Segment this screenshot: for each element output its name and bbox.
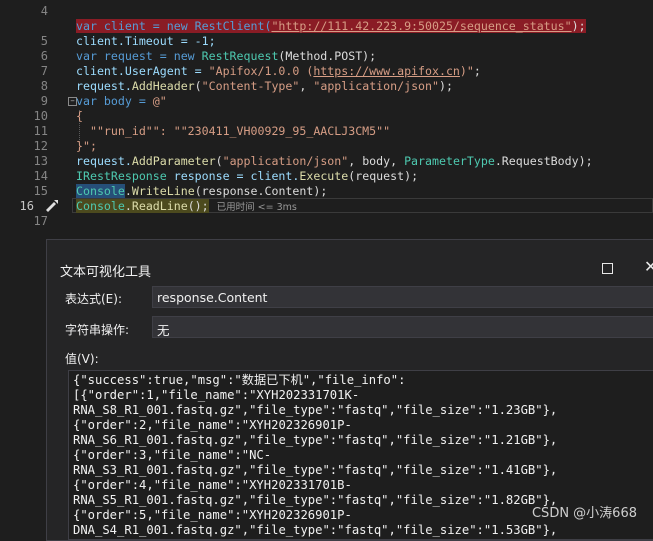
line-number: 8 <box>40 79 48 93</box>
value-line: {"order":3,"file_name":"NC- <box>73 448 272 462</box>
code-text: request. <box>76 79 132 93</box>
line-number: 4 <box>40 4 48 18</box>
code-text: IRestResponse <box>76 169 167 183</box>
code-text: Console <box>76 184 125 198</box>
code-text: , body, <box>348 154 405 168</box>
line-number: 12 <box>33 139 48 153</box>
code-text: "application/json" <box>313 79 439 93</box>
code-text: WriteLine <box>131 184 195 198</box>
url-link[interactable]: https://www.apifox.cn <box>313 64 460 78</box>
code-line-header[interactable]: request.AddHeader("Content-Type", "appli… <box>76 79 453 94</box>
line-number: 16 <box>19 199 34 213</box>
code-text: Console <box>76 199 125 213</box>
code-text: @" <box>152 94 167 108</box>
code-line-addparameter[interactable]: request.AddParameter("application/json",… <box>76 154 593 169</box>
watermark: CSDN @小涛668 <box>531 506 637 521</box>
value-line: RNA_S8_R1_001.fastq.gz","file_type":"fas… <box>73 403 558 417</box>
value-line: {"order":4,"file_name":"XYH202331701B- <box>73 478 352 492</box>
line-number: 9 <box>40 94 48 108</box>
expression-label: 表达式(E): <box>65 292 122 306</box>
code-text: (response.Content); <box>194 184 328 198</box>
code-text: AddHeader <box>131 79 195 93</box>
line-number: 7 <box>40 64 48 78</box>
code-text: "application/json" <box>222 154 349 168</box>
code-line-request[interactable]: var request = new RestRequest(Method.POS… <box>76 49 376 64</box>
value-line: [{"order":1,"file_name":"XYH202331701K- <box>73 388 360 402</box>
line-number: 5 <box>40 34 48 48</box>
code-text: }"; <box>76 139 97 153</box>
code-text: ; <box>473 64 481 78</box>
code-text: AddParameter <box>131 154 216 168</box>
line-number: 6 <box>40 49 48 63</box>
text-visualizer-dialog: 文本可视化工具 ✕ 表达式(E): response.Content 字符串操作… <box>46 239 653 541</box>
code-text: response = client. <box>166 169 300 183</box>
line-number: 15 <box>33 184 48 198</box>
code-text: ParameterType <box>404 154 495 168</box>
code-text: "Content-Type" <box>201 79 300 93</box>
code-line-client[interactable]: var client = new RestClient("http://111.… <box>76 19 586 34</box>
elapsed-time-hint: 已用时间 <= 3ms <box>216 202 297 213</box>
code-text: )" <box>459 64 474 78</box>
code-line-writeline[interactable]: Console.WriteLine(response.Content); <box>76 184 327 199</box>
line-number: 10 <box>33 109 48 123</box>
line-number-gutter: 4 5 6 7 8 9 10 11 12 13 14 15 16 17 <box>0 0 48 232</box>
string-op-select[interactable]: 无 <box>152 316 653 338</box>
code-text: var request = new <box>76 49 202 63</box>
code-line-brace-close[interactable]: }"; <box>76 139 97 154</box>
code-line-timeout[interactable]: client.Timeout = -1; <box>76 34 216 49</box>
close-icon[interactable]: ✕ <box>644 257 653 276</box>
code-line-execute[interactable]: IRestResponse response = client.Execute(… <box>76 169 418 184</box>
maximize-icon[interactable] <box>602 263 613 274</box>
code-text: ReadLine <box>131 199 188 213</box>
line-number: 13 <box>33 154 48 168</box>
code-text: . <box>124 184 132 198</box>
value-line: {"order":2,"file_name":"XYH202326901P- <box>73 418 352 432</box>
code-line-readline[interactable]: Console.ReadLine(); 已用时间 <= 3ms <box>76 199 297 214</box>
code-text: (request); <box>348 169 419 183</box>
debug-arrow-icon[interactable] <box>44 198 60 212</box>
code-text: "Apifox/1.0.0 ( <box>208 64 314 78</box>
value-label: 值(V): <box>65 352 99 366</box>
code-text: { <box>76 109 83 123</box>
url-link[interactable]: "http://111.42.223.9:50025/sequence_stat… <box>271 19 571 33</box>
code-text: client.Timeout = -1; <box>76 34 216 48</box>
string-op-label: 字符串操作: <box>65 323 130 337</box>
line-number: 11 <box>33 124 48 138</box>
code-text: . <box>124 199 132 213</box>
dialog-title: 文本可视化工具 <box>60 265 152 280</box>
code-text: ( <box>215 154 223 168</box>
code-text: var body = <box>76 94 153 108</box>
code-line-brace-open[interactable]: { <box>76 109 83 124</box>
code-text: , <box>299 79 314 93</box>
code-line-body[interactable]: var body = @" <box>76 94 167 109</box>
code-editor[interactable]: 4 5 6 7 8 9 10 11 12 13 14 15 16 17 − va… <box>0 0 653 232</box>
expression-field[interactable]: response.Content <box>152 286 653 308</box>
code-text: request. <box>76 154 132 168</box>
code-text: ""run_id"": ""230411_VH00929_95_AACLJ3CM… <box>76 124 391 138</box>
code-text: (Method.POST); <box>278 49 377 63</box>
line-number: 17 <box>33 214 48 228</box>
line-number: 14 <box>33 169 48 183</box>
code-text: ( <box>194 79 202 93</box>
code-text: RestRequest <box>201 49 279 63</box>
code-text: ); <box>571 19 586 33</box>
code-text: Execute <box>299 169 349 183</box>
value-line: RNA_S3_R1_001.fastq.gz","file_type":"fas… <box>73 463 558 477</box>
code-line-run-id[interactable]: ""run_id"": ""230411_VH00929_95_AACLJ3CM… <box>76 124 390 139</box>
value-line: RNA_S6_R1_001.fastq.gz","file_type":"fas… <box>73 433 558 447</box>
code-text: (); <box>187 199 209 213</box>
code-text: client.UserAgent = <box>76 64 209 78</box>
code-line-useragent[interactable]: client.UserAgent = "Apifox/1.0.0 (https:… <box>76 64 481 79</box>
code-text: .RequestBody); <box>494 154 593 168</box>
value-line: {"success":true,"msg":"数据已下机","file_info… <box>73 373 406 387</box>
code-text: var client = new RestClient( <box>76 19 272 33</box>
code-text: ); <box>439 79 453 93</box>
